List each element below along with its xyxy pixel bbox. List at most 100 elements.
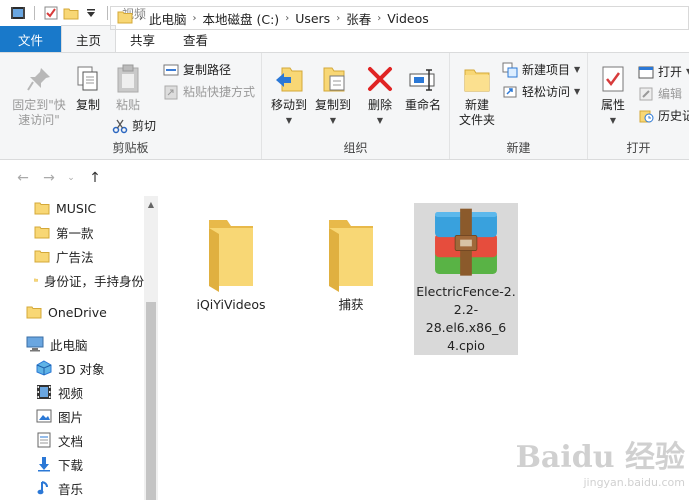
properties-button[interactable]: 属性 ▼ (592, 63, 634, 128)
scissors-icon (112, 118, 128, 134)
copy-to-caret: ▼ (329, 116, 337, 125)
file-item-iqiyivideos-folder[interactable]: iQiYiVideos (188, 210, 274, 330)
toolbar-separator (107, 6, 108, 20)
pin-quick-access-button[interactable]: 固定到"快 速访问" (8, 63, 70, 128)
new-item-icon (502, 62, 518, 78)
nav-item-label: 音乐 (58, 481, 84, 497)
copy-to-icon (317, 63, 349, 95)
copy-button[interactable]: 复制 (70, 63, 106, 113)
nav-item-documents[interactable]: 文档 (36, 429, 83, 451)
rename-button[interactable]: 重命名 (400, 63, 446, 113)
breadcrumb-separator[interactable]: › (377, 13, 381, 24)
new-folder-quick-icon[interactable] (63, 5, 79, 21)
folder-icon (209, 220, 253, 292)
nav-item-music[interactable]: 音乐 (36, 477, 83, 499)
breadcrumb-this-pc[interactable]: 此电脑 (149, 9, 187, 28)
delete-caret: ▼ (376, 116, 384, 125)
download-icon (38, 457, 50, 472)
breadcrumb-local-disk[interactable]: 本地磁盘 (C:) (203, 9, 280, 28)
folder-icon (26, 306, 42, 319)
address-bar[interactable]: › 此电脑 › 本地磁盘 (C:) › Users › 张春 › Videos (110, 6, 689, 30)
breadcrumb-separator[interactable]: › (193, 13, 197, 24)
file-item-electricfence-archive[interactable]: ElectricFence-2. 2.2-28.el6.x86_6 4.cpio (414, 203, 518, 355)
folder-icon (34, 278, 38, 282)
history-button[interactable]: 历史记 (638, 107, 689, 124)
breadcrumb-videos[interactable]: Videos (387, 11, 429, 26)
cut-button[interactable]: 剪切 (112, 117, 156, 134)
nav-item-label: 3D 对象 (58, 361, 105, 377)
move-to-icon (273, 63, 305, 95)
nav-item-pictures[interactable]: 图片 (36, 405, 83, 427)
file-name-line1: ElectricFence-2. (416, 284, 516, 299)
breadcrumb-user[interactable]: 张春 (346, 9, 371, 28)
address-folder-icon (117, 10, 133, 27)
file-name: 捕获 (338, 297, 364, 312)
properties-check-icon[interactable] (43, 5, 59, 21)
file-name-line3: 4.cpio (447, 338, 485, 353)
nav-item-downloads[interactable]: 下载 (36, 453, 83, 475)
scroll-up-arrow-icon[interactable]: ▲ (144, 198, 158, 210)
nav-item-folder-ad-law[interactable]: 广告法 (34, 245, 94, 267)
file-item-capture-folder[interactable]: 捕获 (308, 210, 394, 330)
edit-button[interactable]: 编辑 (638, 85, 682, 102)
paste-shortcut-icon (163, 84, 179, 100)
document-icon (37, 432, 51, 448)
folder-icon (34, 226, 50, 239)
cube-icon (36, 360, 52, 376)
video-icon (37, 385, 51, 399)
folder-icon (34, 250, 50, 263)
move-to-button[interactable]: 移动到 ▼ (268, 63, 310, 128)
copy-icon (72, 63, 104, 95)
customize-quick-access-icon[interactable] (83, 5, 99, 21)
tab-home[interactable]: 主页 (61, 25, 117, 52)
copy-path-label: 复制路径 (183, 63, 232, 77)
copy-path-button[interactable]: 复制路径 (163, 61, 231, 78)
picture-icon (36, 409, 52, 423)
navigation-bar: ← → ⌄ ↑ (0, 160, 689, 196)
clipboard-paste-icon (112, 63, 144, 95)
forward-arrow-icon[interactable]: → (38, 167, 60, 189)
copy-to-label: 复制到 (314, 98, 351, 112)
nav-item-music-folder[interactable]: MUSIC (34, 197, 96, 219)
nav-item-folder-id-card[interactable]: 身份证，手持身份 (34, 269, 144, 291)
nav-item-this-pc[interactable]: 此电脑 (26, 333, 88, 355)
explorer-window-icon[interactable] (10, 5, 26, 21)
nav-item-label: 第一款 (56, 225, 94, 241)
move-to-caret: ▼ (285, 116, 293, 125)
breadcrumb-users[interactable]: Users (295, 11, 330, 26)
paste-shortcut-button[interactable]: 粘贴快捷方式 (163, 83, 255, 100)
group-clipboard: 固定到"快 速访问" 复制 粘贴 复制路径 粘贴快捷方式 剪切 剪贴板 (0, 53, 262, 159)
nav-item-label: 此电脑 (50, 337, 88, 353)
open-button[interactable]: 打开 ▼ (638, 63, 689, 80)
group-new: 新建 文件夹 新建项目 ▼ 轻松访问 ▼ 新建 (450, 53, 588, 159)
new-folder-button[interactable]: 新建 文件夹 (454, 63, 500, 128)
copy-to-button[interactable]: 复制到 ▼ (312, 63, 354, 128)
nav-item-3d-objects[interactable]: 3D 对象 (36, 357, 105, 379)
breadcrumb-separator[interactable]: › (336, 13, 340, 24)
nav-item-onedrive[interactable]: OneDrive (26, 301, 107, 323)
nav-scrollbar-thumb[interactable] (146, 302, 156, 500)
easy-access-caret: ▼ (574, 87, 581, 96)
nav-item-videos[interactable]: 视频 (36, 381, 83, 403)
easy-access-button[interactable]: 轻松访问 ▼ (502, 83, 580, 100)
back-arrow-icon[interactable]: ← (12, 167, 34, 189)
new-item-button[interactable]: 新建项目 ▼ (502, 61, 580, 78)
open-label: 打开 (658, 65, 683, 79)
folder-icon (34, 202, 50, 215)
nav-item-label: 下载 (58, 457, 84, 473)
easy-access-label: 轻松访问 (522, 85, 571, 99)
properties-caret: ▼ (609, 116, 617, 125)
tab-file[interactable]: 文件 (0, 26, 62, 52)
breadcrumb-separator[interactable]: › (285, 13, 289, 24)
nav-item-label: 广告法 (56, 249, 94, 265)
history-label: 历史记 (658, 109, 689, 123)
nav-item-folder-first[interactable]: 第一款 (34, 221, 94, 243)
edit-label: 编辑 (658, 87, 683, 101)
delete-button[interactable]: 删除 ▼ (362, 63, 398, 128)
paste-button[interactable]: 粘贴 (110, 63, 146, 113)
recent-locations-chevron-icon[interactable]: ⌄ (60, 167, 82, 189)
new-folder-label-line2: 文件夹 (458, 113, 495, 127)
toolbar-separator (34, 6, 35, 20)
new-item-label: 新建项目 (522, 63, 571, 77)
up-arrow-icon[interactable]: ↑ (84, 167, 106, 189)
